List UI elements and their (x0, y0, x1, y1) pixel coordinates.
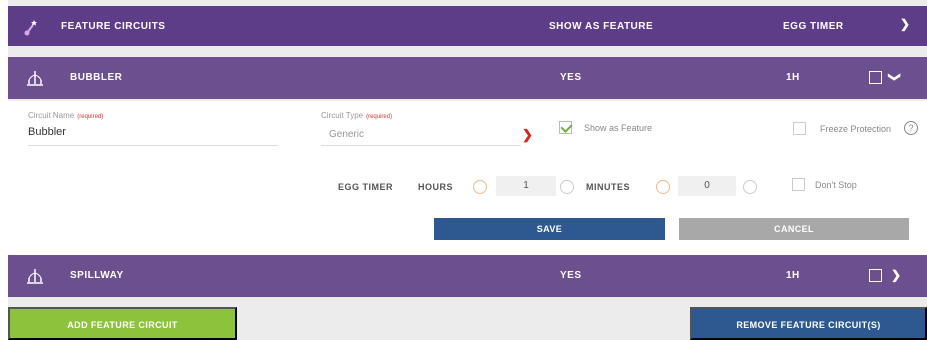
dont-stop-label: Don't Stop (815, 180, 857, 190)
hours-input[interactable]: 1 (496, 176, 556, 196)
dont-stop-checkbox[interactable] (792, 178, 805, 191)
cancel-button[interactable]: CANCEL (679, 218, 909, 240)
header-title: FEATURE CIRCUITS (61, 21, 166, 32)
fountain-icon (27, 71, 43, 86)
save-button[interactable]: SAVE (434, 218, 665, 240)
egg-timer-label: EGG TIMER (338, 182, 394, 192)
show-as-feature-checkbox[interactable] (559, 121, 572, 134)
minutes-input[interactable]: 0 (678, 176, 736, 196)
decrement-minutes-button[interactable] (656, 180, 670, 194)
header-col-egg-timer: EGG TIMER (783, 21, 844, 32)
circuit-show-as-feature: YES (560, 270, 582, 281)
circuit-egg-timer: 1H (786, 270, 800, 281)
chevron-right-icon[interactable]: ❯ (522, 127, 533, 143)
minutes-label: MINUTES (586, 182, 630, 192)
freeze-protection-label: Freeze Protection (820, 124, 892, 134)
circuit-egg-timer: 1H (786, 72, 800, 83)
circuit-type-label: Circuit Type (required) (321, 111, 393, 120)
feature-circuits-header: FEATURE CIRCUITS SHOW AS FEATURE EGG TIM… (8, 6, 927, 46)
fountain-icon (27, 269, 43, 284)
divider (28, 145, 278, 146)
hours-label: HOURS (418, 182, 454, 192)
circuit-row-bubbler[interactable]: BUBBLER YES 1H ❯ (8, 57, 927, 99)
decrement-hours-button[interactable] (473, 180, 487, 194)
show-as-feature-label: Show as Feature (584, 123, 653, 133)
circuit-detail-panel: Circuit Name (required) Bubbler Circuit T… (8, 101, 927, 255)
select-checkbox[interactable] (869, 269, 882, 282)
circuit-name-field[interactable]: Bubbler (28, 126, 66, 138)
circuit-show-as-feature: YES (560, 72, 582, 83)
wand-icon (24, 20, 37, 36)
circuit-name: SPILLWAY (70, 270, 124, 281)
help-icon[interactable]: ? (904, 121, 918, 135)
remove-feature-circuits-button[interactable]: REMOVE FEATURE CIRCUIT(S) (690, 307, 927, 340)
chevron-down-icon[interactable]: ❯ (888, 72, 902, 82)
increment-minutes-button[interactable] (743, 180, 757, 194)
chevron-down-icon[interactable]: ❯ (900, 17, 910, 31)
freeze-protection-checkbox[interactable] (793, 122, 806, 135)
add-feature-circuit-button[interactable]: ADD FEATURE CIRCUIT (8, 307, 237, 340)
circuit-name: BUBBLER (70, 72, 123, 83)
select-checkbox[interactable] (869, 71, 882, 84)
divider (321, 145, 521, 146)
circuit-type-select[interactable]: Generic (329, 129, 364, 140)
circuit-row-spillway[interactable]: SPILLWAY YES 1H ❯ (8, 255, 927, 297)
circuit-name-label: Circuit Name (required) (28, 111, 104, 120)
header-col-show-as-feature: SHOW AS FEATURE (549, 21, 654, 32)
left-margin (0, 0, 8, 340)
increment-hours-button[interactable] (560, 180, 574, 194)
chevron-right-icon[interactable]: ❯ (891, 268, 901, 282)
